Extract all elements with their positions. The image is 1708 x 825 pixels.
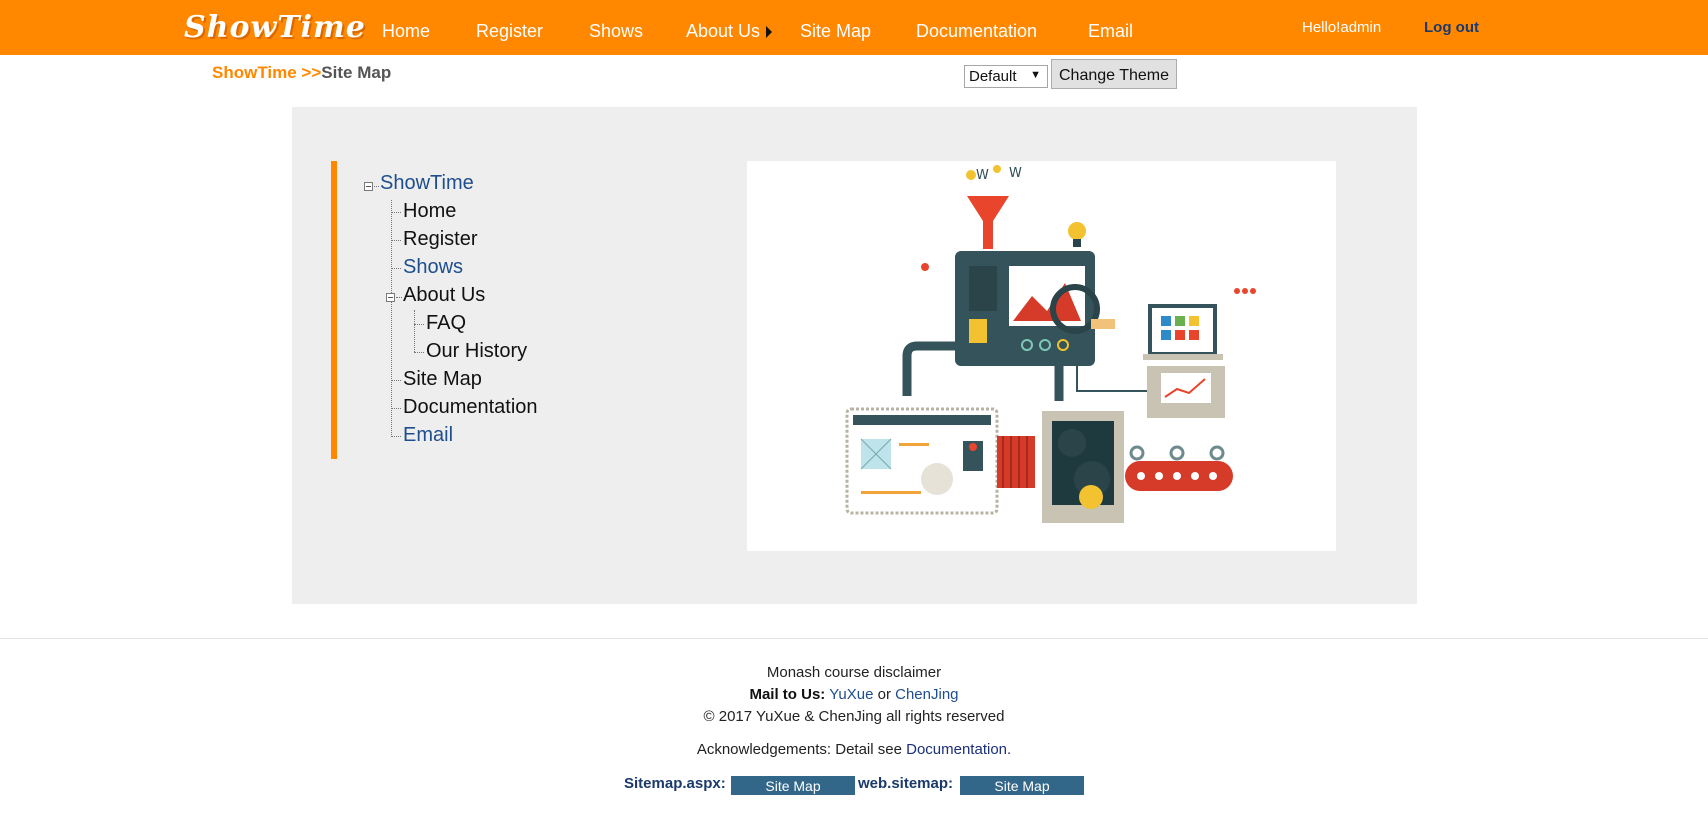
nav-site-map[interactable]: Site Map [800,21,871,42]
footer-disclaimer: Monash course disclaimer [766,664,942,681]
svg-text:W: W [976,168,989,183]
ack-documentation-link[interactable]: Documentation. [906,741,1011,758]
tree-connector [414,324,424,325]
logout-link[interactable]: Log out [1424,19,1479,36]
nav-email[interactable]: Email [1088,21,1133,42]
user-greeting: Hello!admin [1302,19,1382,36]
tree-node-faq[interactable]: FAQ [426,312,466,335]
web-sitemap-label: web.sitemap: [858,775,954,792]
svg-text:W: W [1009,166,1022,181]
machine-illustration: W W [845,165,1256,523]
tree-connector [391,408,401,409]
theme-select[interactable]: Default ▼ [964,65,1048,88]
tree-accent-bar [331,161,337,459]
tree-connector [391,268,401,269]
nav-documentation[interactable]: Documentation [916,21,1037,42]
breadcrumb: ShowTime >>Site Map [212,63,391,83]
tree-node-documentation[interactable]: Documentation [403,396,538,419]
tree-connector [391,200,392,437]
tree-connector [391,380,401,381]
tree-connector [391,240,401,241]
nav-shows[interactable]: Shows [589,21,643,42]
breadcrumb-current: Site Map [321,63,392,82]
mail-link-chenjing[interactable]: ChenJing [895,686,958,703]
breadcrumb-root-link[interactable]: ShowTime [212,63,297,82]
change-theme-button[interactable]: Change Theme [1051,59,1177,89]
submenu-arrow-icon [766,26,773,39]
nav-register[interactable]: Register [476,21,543,42]
site-map-illustration: W W [747,161,1336,551]
collapse-icon[interactable] [364,182,373,191]
footer-copyright: © 2017 YuXue & ChenJing all rights reser… [703,708,1005,725]
tree-connector [391,436,401,437]
tree-node-shows[interactable]: Shows [403,256,463,279]
theme-select-value: Default [969,68,1017,85]
tree-node-site-map[interactable]: Site Map [403,368,482,391]
sitemap-aspx-label: Sitemap.aspx: [624,775,726,792]
tree-connector [414,352,424,353]
tree-node-home[interactable]: Home [403,200,456,223]
tree-connector [396,297,402,298]
sitemap-aspx-button[interactable]: Site Map [731,776,855,795]
nav-home[interactable]: Home [382,21,430,42]
tree-node-showtime[interactable]: ShowTime [380,172,474,195]
tree-node-our-history[interactable]: Our History [426,340,527,363]
tree-node-about-us[interactable]: About Us [403,284,485,307]
tree-connector [391,212,401,213]
chevron-down-icon: ▼ [1030,69,1041,81]
collapse-icon[interactable] [386,293,395,302]
nav-about-us-label: About Us [686,21,761,41]
tree-connector [374,186,379,187]
footer-mail-line: Mail to Us: YuXue or ChenJing [0,686,1708,703]
web-sitemap-button[interactable]: Site Map [960,776,1084,795]
top-navigation-bar: ShowTime Home Register Shows About Us Si… [0,0,1708,55]
footer-divider [0,638,1708,639]
footer-acknowledgements: Acknowledgements: Detail see Documentati… [0,741,1708,758]
mail-or: or [877,686,891,703]
ack-text: Acknowledgements: Detail see [696,741,902,758]
tree-node-register[interactable]: Register [403,228,477,251]
nav-about-us[interactable]: About Us [686,21,773,42]
tree-node-email[interactable]: Email [403,424,453,447]
breadcrumb-separator: >> [296,63,322,82]
showtime-logo[interactable]: ShowTime [184,10,366,45]
mail-label: Mail to Us: [749,686,826,703]
mail-link-yuxue[interactable]: YuXue [829,686,873,703]
tree-connector [414,310,415,352]
